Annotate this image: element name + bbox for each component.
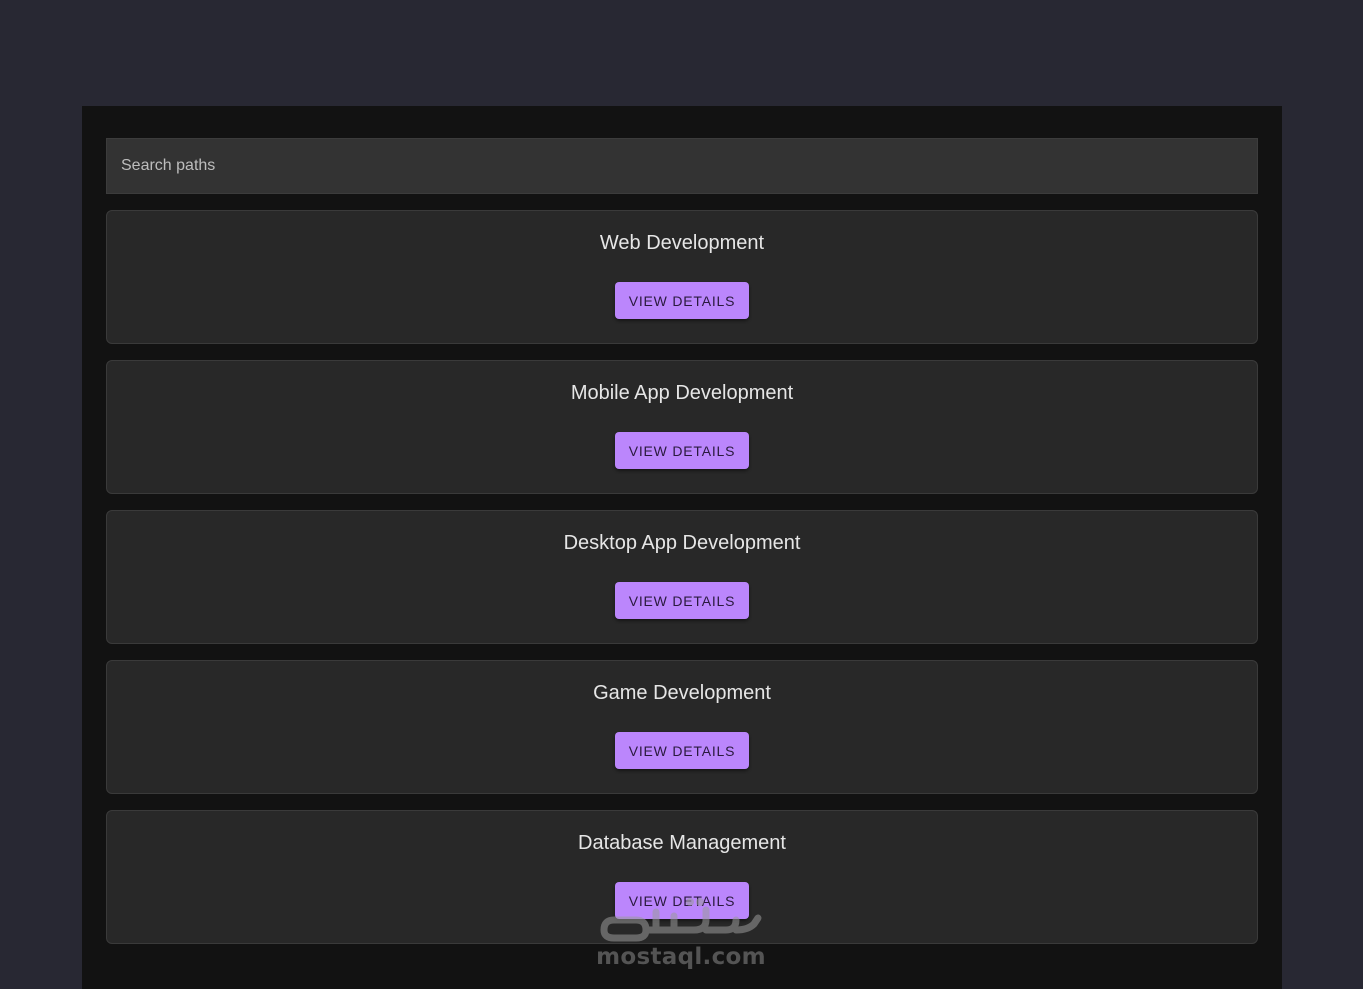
main-panel: Web Development VIEW DETAILS Mobile App … <box>82 106 1282 989</box>
path-card-mobile-app-development: Mobile App Development VIEW DETAILS <box>106 360 1258 494</box>
card-title: Game Development <box>593 682 771 704</box>
view-details-button[interactable]: VIEW DETAILS <box>615 432 749 469</box>
search-input[interactable] <box>107 139 1257 193</box>
view-details-button[interactable]: VIEW DETAILS <box>615 882 749 919</box>
path-list: Web Development VIEW DETAILS Mobile App … <box>106 210 1258 944</box>
view-details-button[interactable]: VIEW DETAILS <box>615 582 749 619</box>
path-card-web-development: Web Development VIEW DETAILS <box>106 210 1258 344</box>
view-details-button[interactable]: VIEW DETAILS <box>615 282 749 319</box>
card-title: Database Management <box>578 832 786 854</box>
path-card-database-management: Database Management VIEW DETAILS <box>106 810 1258 944</box>
search-box[interactable] <box>106 138 1258 194</box>
path-card-game-development: Game Development VIEW DETAILS <box>106 660 1258 794</box>
card-title: Mobile App Development <box>570 382 794 404</box>
path-card-desktop-app-development: Desktop App Development VIEW DETAILS <box>106 510 1258 644</box>
card-title: Web Development <box>599 232 765 254</box>
view-details-button[interactable]: VIEW DETAILS <box>615 732 749 769</box>
card-title: Desktop App Development <box>563 532 801 554</box>
